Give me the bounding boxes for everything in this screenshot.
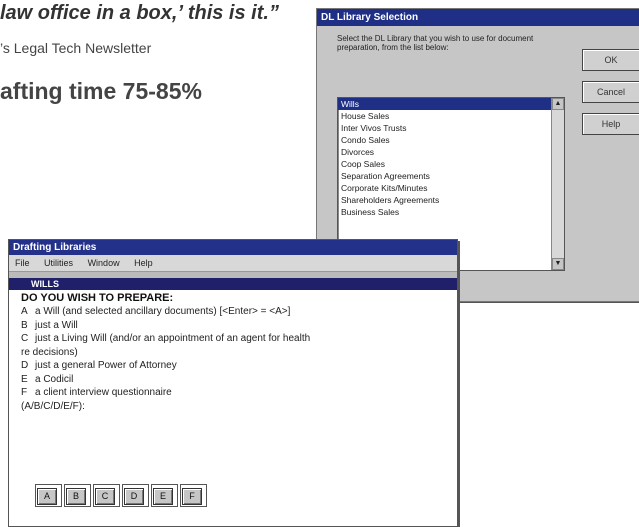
article-source: ’s Legal Tech Newsletter bbox=[0, 40, 152, 56]
option-letter: A bbox=[21, 306, 28, 317]
option-letter: D bbox=[21, 360, 29, 371]
option-line[interactable]: Cjust a Living Will (and/or an appointme… bbox=[21, 332, 457, 346]
article-headline: afting time 75-85% bbox=[0, 78, 202, 104]
choice-buttons: ABCDEF bbox=[35, 484, 209, 507]
library-item[interactable]: Wills bbox=[338, 98, 564, 110]
choice-frame: D bbox=[122, 484, 149, 507]
option-line[interactable]: Djust a general Power of Attorney bbox=[21, 359, 457, 373]
option-text: just a Will bbox=[35, 319, 78, 331]
menu-bar: File Utilities Window Help bbox=[9, 255, 457, 272]
section-header: WILLS bbox=[9, 278, 457, 290]
menu-window[interactable]: Window bbox=[88, 258, 120, 268]
choice-button-d[interactable]: D bbox=[124, 488, 144, 505]
menu-help[interactable]: Help bbox=[134, 258, 153, 268]
option-text: a client interview questionnaire bbox=[35, 387, 172, 398]
choice-frame: C bbox=[93, 484, 120, 507]
option-text: a Will (and selected ancillary documents… bbox=[35, 306, 291, 317]
option-line[interactable]: Fa client interview questionnaire bbox=[21, 386, 457, 400]
menu-utilities[interactable]: Utilities bbox=[44, 258, 73, 268]
library-item[interactable]: Coop Sales bbox=[338, 158, 564, 170]
option-letter: B bbox=[21, 319, 28, 331]
library-item[interactable]: Business Sales bbox=[338, 206, 564, 218]
option-letter: F bbox=[21, 387, 28, 398]
option-text: just a general Power of Attorney bbox=[35, 360, 177, 371]
library-item[interactable]: Condo Sales bbox=[338, 134, 564, 146]
drafting-libraries-window: Drafting Libraries File Utilities Window… bbox=[8, 239, 458, 527]
choice-button-b[interactable]: B bbox=[66, 488, 86, 505]
option-text: just a Living Will (and/or an appointmen… bbox=[35, 333, 311, 344]
choice-frame: F bbox=[180, 484, 207, 507]
choice-button-c[interactable]: C bbox=[95, 488, 115, 505]
choice-prompt: (A/B/C/D/E/F): bbox=[21, 400, 85, 412]
option-letter: E bbox=[21, 373, 28, 385]
option-letter: C bbox=[21, 333, 29, 344]
scroll-down-arrow-icon[interactable]: ▼ bbox=[552, 258, 564, 270]
menu-file[interactable]: File bbox=[15, 258, 30, 268]
choice-frame: B bbox=[64, 484, 91, 507]
option-line-continuation: re decisions) bbox=[21, 346, 457, 360]
choice-button-e[interactable]: E bbox=[153, 488, 173, 505]
scroll-up-arrow-icon[interactable]: ▲ bbox=[552, 98, 564, 110]
option-line[interactable]: Bjust a Will bbox=[21, 319, 457, 333]
option-text: a Codicil bbox=[35, 373, 74, 385]
dialog-prompt: Select the DL Library that you wish to u… bbox=[337, 34, 534, 52]
article-quote: law office in a box,’ this is it.” bbox=[0, 2, 279, 24]
choice-button-f[interactable]: F bbox=[182, 488, 202, 505]
library-item[interactable]: Separation Agreements bbox=[338, 170, 564, 182]
library-item[interactable]: Divorces bbox=[338, 146, 564, 158]
dialog-title: DL Library Selection bbox=[317, 9, 639, 26]
option-line[interactable]: Aa Will (and selected ancillary document… bbox=[21, 305, 457, 319]
listbox-scrollbar[interactable]: ▲ ▼ bbox=[551, 98, 564, 270]
option-line[interactable]: Ea Codicil bbox=[21, 373, 457, 387]
prepare-heading: DO YOU WISH TO PREPARE: bbox=[21, 292, 174, 304]
choice-frame: E bbox=[151, 484, 178, 507]
library-item[interactable]: Inter Vivos Trusts bbox=[338, 122, 564, 134]
cancel-button[interactable]: Cancel bbox=[582, 81, 639, 103]
choice-frame: A bbox=[35, 484, 62, 507]
ok-button[interactable]: OK bbox=[582, 49, 639, 71]
library-item[interactable]: House Sales bbox=[338, 110, 564, 122]
library-item[interactable]: Shareholders Agreements bbox=[338, 194, 564, 206]
help-button[interactable]: Help bbox=[582, 113, 639, 135]
choice-button-a[interactable]: A bbox=[37, 488, 57, 505]
option-text: re decisions) bbox=[21, 346, 78, 358]
window-title: Drafting Libraries bbox=[9, 240, 457, 255]
library-item[interactable]: Corporate Kits/Minutes bbox=[338, 182, 564, 194]
prepare-menu: DO YOU WISH TO PREPARE: Aa Will (and sel… bbox=[9, 290, 457, 413]
